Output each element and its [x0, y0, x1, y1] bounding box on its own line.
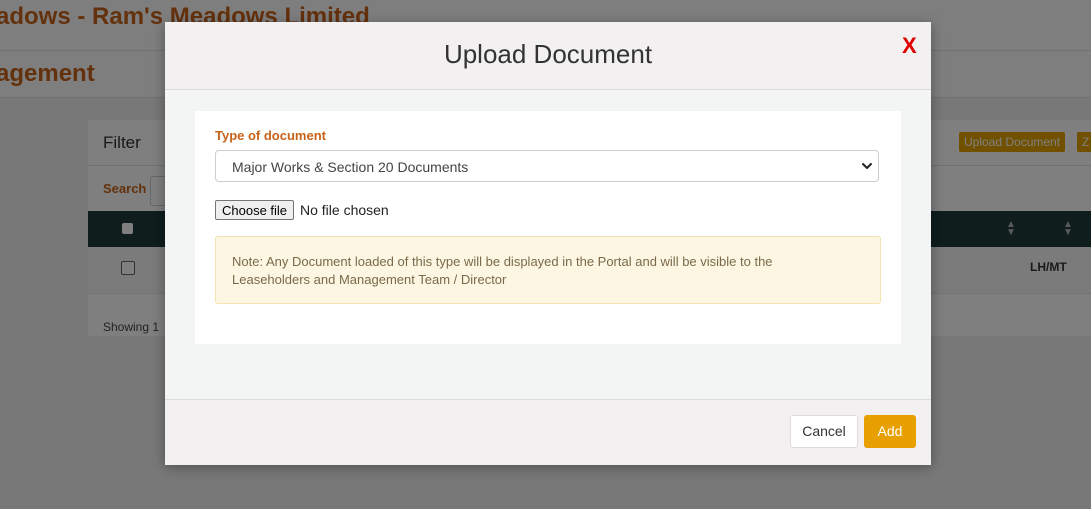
chevron-down-icon [862, 163, 872, 169]
document-type-value: Major Works & Section 20 Documents [232, 159, 469, 175]
modal-footer: Cancel Add [165, 399, 931, 465]
choose-file-button[interactable]: Choose file [215, 200, 295, 220]
document-type-label: Type of document [215, 128, 326, 143]
add-button[interactable]: Add [864, 415, 916, 448]
close-icon[interactable]: X [902, 33, 917, 59]
upload-document-modal: Upload Document X Type of document Major… [165, 22, 931, 465]
cancel-button[interactable]: Cancel [790, 415, 858, 448]
upload-form: Type of document Major Works & Section 2… [195, 111, 901, 344]
modal-header: Upload Document X [165, 22, 931, 90]
modal-title: Upload Document [443, 39, 653, 69]
modal-body: Type of document Major Works & Section 2… [165, 90, 931, 399]
note-text: Note: Any Document loaded of this type w… [232, 254, 773, 287]
note-alert: Note: Any Document loaded of this type w… [215, 236, 881, 304]
file-status: No file chosen [300, 202, 389, 218]
document-type-select[interactable]: Major Works & Section 20 Documents [215, 150, 879, 182]
